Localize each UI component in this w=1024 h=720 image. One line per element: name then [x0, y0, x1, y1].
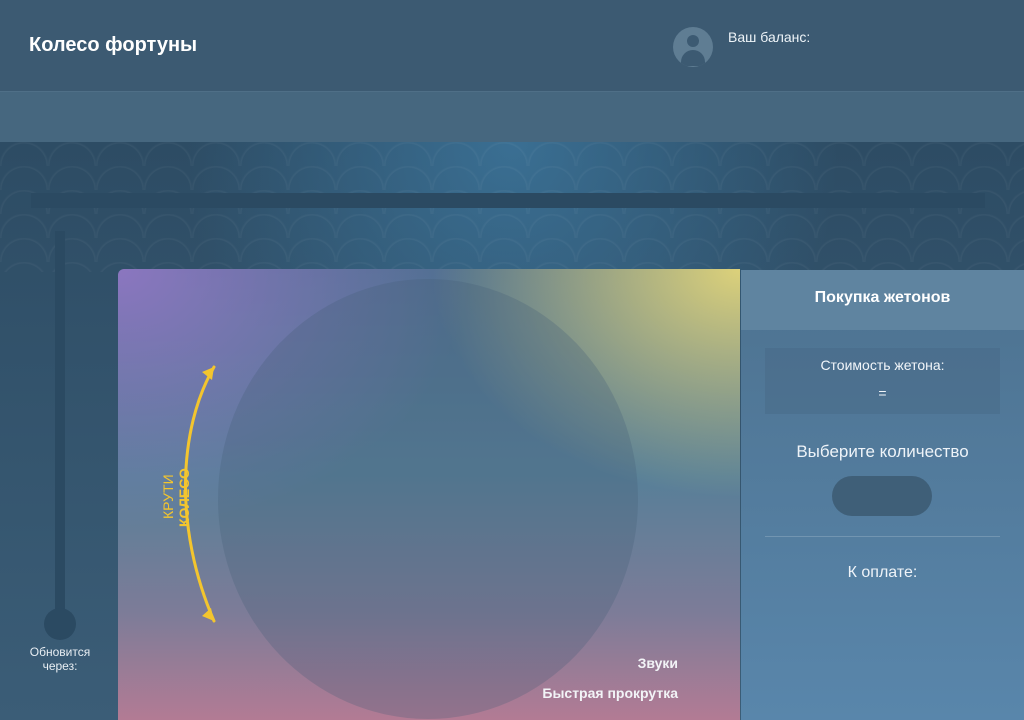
payment-label: К оплате:	[847, 564, 918, 581]
refresh-timer-track	[55, 231, 65, 621]
refresh-timer-label: Обновится через:	[29, 645, 91, 673]
quantity-label: Выберите количество	[796, 442, 969, 461]
token-purchase-panel: Покупка жетонов Стоимость жетона: = Выбе…	[741, 270, 1024, 720]
token-price-box: Стоимость жетона: =	[765, 348, 1000, 414]
user-avatar-icon[interactable]	[673, 27, 713, 67]
sub-navigation-bar	[0, 92, 1024, 142]
panel-divider	[765, 536, 1000, 537]
balance-label: Ваш баланс:	[728, 29, 811, 45]
fast-spin-toggle[interactable]: Быстрая прокрутка	[542, 685, 678, 701]
quantity-selector[interactable]	[832, 476, 932, 516]
token-price-value: =	[878, 385, 887, 401]
progress-bar	[31, 193, 985, 208]
panel-header: Покупка жетонов	[741, 270, 1024, 330]
avatar-head-shape	[687, 35, 699, 47]
spin-hint-line2: КОЛЕСО	[176, 468, 192, 527]
panel-title: Покупка жетонов	[814, 289, 951, 306]
fortune-wheel-area[interactable]: КРУТИ КОЛЕСО Звуки Быстрая прокрутка	[118, 269, 740, 720]
refresh-timer-knob	[44, 608, 76, 640]
header: Колесо фортуны Ваш баланс:	[0, 0, 1024, 92]
avatar-shoulders-shape	[681, 50, 705, 66]
sounds-toggle[interactable]: Звуки	[638, 655, 678, 671]
page-title: Колесо фортуны	[29, 34, 198, 56]
fortune-wheel[interactable]	[218, 279, 638, 719]
game-stage: Обновится через: КРУТИ КОЛЕСО Звуки Быст…	[0, 142, 1024, 720]
spin-hint-line1: КРУТИ	[160, 474, 176, 519]
token-price-label: Стоимость жетона:	[820, 357, 945, 373]
